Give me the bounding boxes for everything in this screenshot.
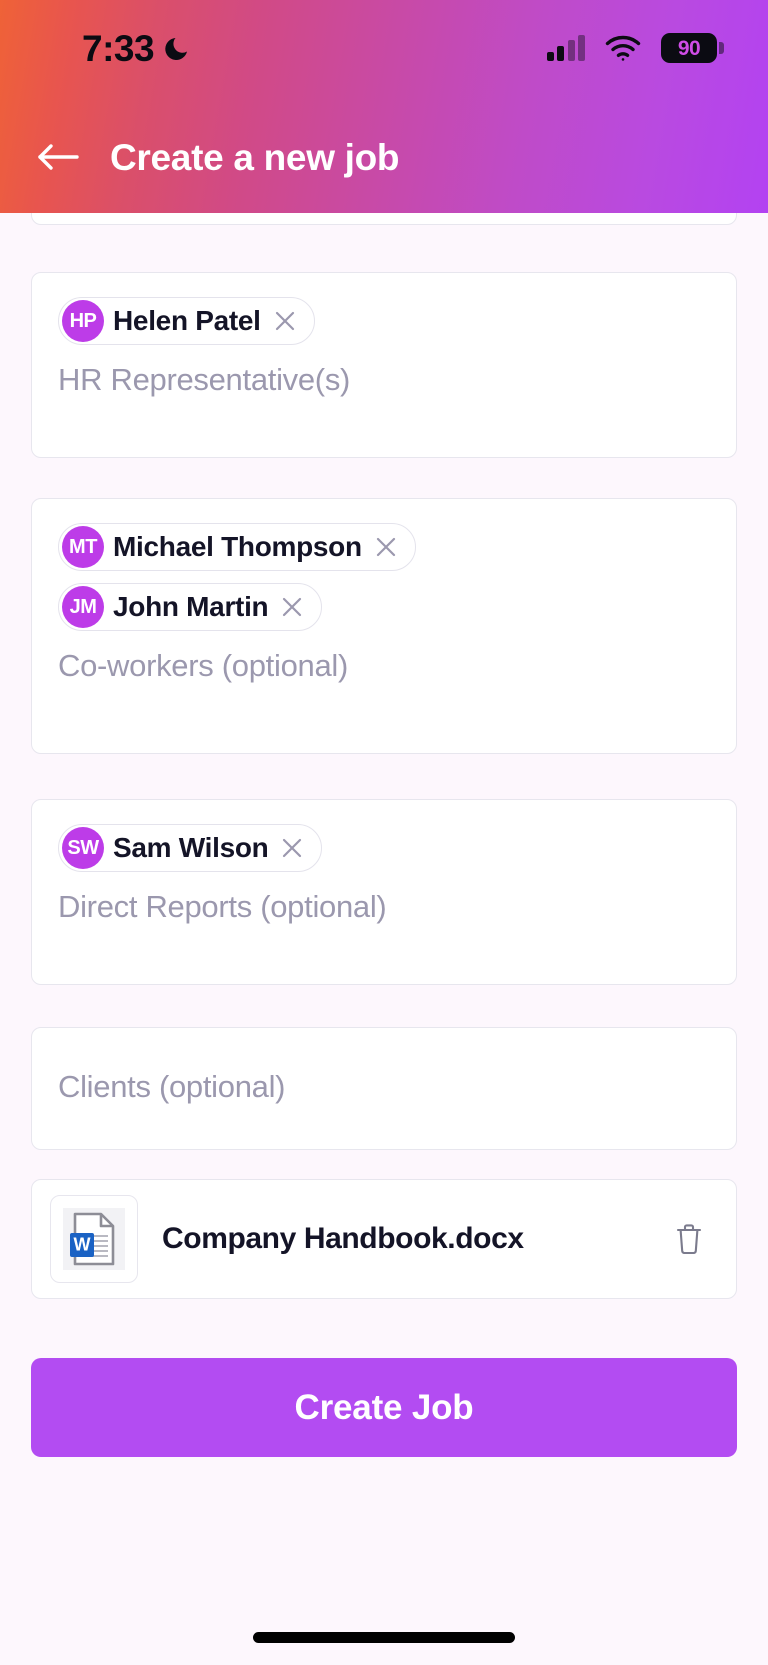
back-button[interactable] xyxy=(32,135,84,179)
avatar: JM xyxy=(62,586,104,628)
status-clock: 7:33 xyxy=(82,27,155,69)
navigation-bar: Create a new job xyxy=(0,118,768,196)
close-icon[interactable] xyxy=(373,534,399,560)
chip-list-hr-representatives: HP Helen Patel xyxy=(32,273,736,345)
field-card-hr-representatives[interactable]: HP Helen Patel HR Representative(s) xyxy=(31,272,737,458)
battery-cap xyxy=(719,42,724,54)
field-card-direct-reports[interactable]: SW Sam Wilson Direct Reports (optional) xyxy=(31,799,737,985)
moon-crescent-icon xyxy=(164,34,192,62)
svg-text:W: W xyxy=(74,1235,91,1255)
person-chip-label: John Martin xyxy=(113,591,269,622)
field-placeholder-clients[interactable]: Clients (optional) xyxy=(32,1069,311,1104)
person-chip-john-martin[interactable]: JM John Martin xyxy=(58,583,323,631)
person-chip-label: Michael Thompson xyxy=(113,531,362,562)
word-document-icon: W xyxy=(63,1208,125,1270)
phone-screen: HP Helen Patel HR Representative(s) MT M… xyxy=(0,0,768,1665)
battery-icon: 90 xyxy=(661,33,724,63)
chip-list-co-workers: MT Michael Thompson JM John Martin xyxy=(32,499,736,631)
status-bar-left: 7:33 xyxy=(82,30,192,67)
status-bar: 7:33 90 xyxy=(0,0,768,96)
attachment-file-name: Company Handbook.docx xyxy=(162,1222,524,1255)
field-placeholder-hr-representatives[interactable]: HR Representative(s) xyxy=(32,362,736,397)
battery-level-label: 90 xyxy=(677,36,701,60)
person-chip-label: Sam Wilson xyxy=(113,832,269,863)
wifi-icon xyxy=(605,35,641,62)
field-placeholder-co-workers[interactable]: Co-workers (optional) xyxy=(32,648,736,683)
form-scroll-area[interactable]: HP Helen Patel HR Representative(s) MT M… xyxy=(0,195,768,1665)
attachment-thumbnail[interactable]: W xyxy=(50,1195,138,1283)
avatar: HP xyxy=(62,300,104,342)
create-job-button[interactable]: Create Job xyxy=(31,1358,737,1457)
battery-body: 90 xyxy=(661,33,717,63)
field-placeholder-direct-reports[interactable]: Direct Reports (optional) xyxy=(32,889,736,924)
person-chip-sam-wilson[interactable]: SW Sam Wilson xyxy=(58,824,323,872)
avatar: MT xyxy=(62,526,104,568)
home-indicator xyxy=(253,1632,515,1643)
cellular-signal-icon xyxy=(546,35,585,61)
field-card-co-workers[interactable]: MT Michael Thompson JM John Martin Co-wo… xyxy=(31,498,737,754)
chip-list-direct-reports: SW Sam Wilson xyxy=(32,800,736,872)
person-chip-helen-patel[interactable]: HP Helen Patel xyxy=(58,297,315,345)
avatar: SW xyxy=(62,827,104,869)
person-chip-michael-thompson[interactable]: MT Michael Thompson xyxy=(58,523,416,571)
attachment-row[interactable]: W Company Handbook.docx xyxy=(31,1179,737,1299)
app-header: 7:33 90 Create a new job xyxy=(0,0,768,213)
trash-icon[interactable] xyxy=(668,1216,710,1262)
person-chip-label: Helen Patel xyxy=(113,305,261,336)
field-card-clients[interactable]: Clients (optional) xyxy=(31,1027,737,1150)
close-icon[interactable] xyxy=(272,308,298,334)
status-bar-right: 90 xyxy=(546,33,724,63)
close-icon[interactable] xyxy=(279,594,305,620)
page-title: Create a new job xyxy=(110,136,400,178)
close-icon[interactable] xyxy=(279,835,305,861)
